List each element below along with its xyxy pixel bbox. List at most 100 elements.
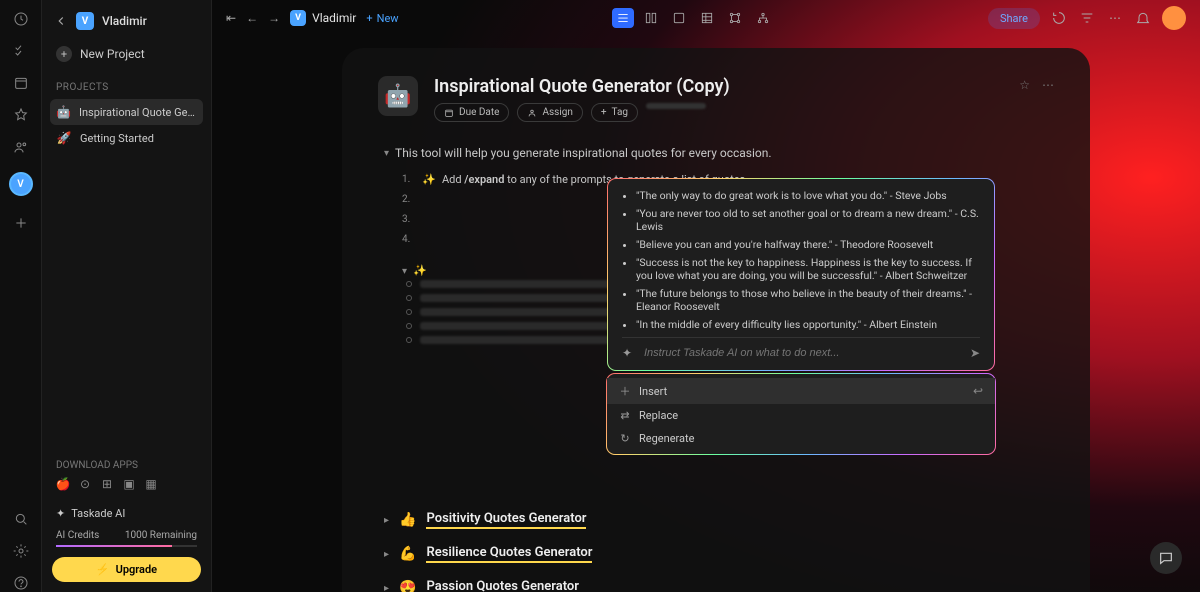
ai-quote: "Believe you can and you're halfway ther… — [636, 238, 980, 251]
generator-row[interactable]: ▸ 👍 Positivity Quotes Generator — [384, 503, 1054, 537]
tag-label: Tag — [612, 107, 628, 118]
ai-action-label: Regenerate — [639, 432, 694, 445]
search-icon[interactable] — [12, 510, 30, 528]
thumbs-up-icon: 👍 — [399, 512, 416, 528]
apple-icon[interactable]: 🍎 — [56, 477, 70, 491]
download-icons: 🍎 ⊙ ⊞ ▣ ▦ — [50, 477, 203, 503]
more-icon[interactable]: ⋯ — [1106, 9, 1124, 27]
workspace-header[interactable]: V Vladimir — [50, 10, 203, 40]
sidebar-project-item[interactable]: 🚀 Getting Started — [50, 125, 203, 151]
tag-pill[interactable]: +Tag — [591, 103, 638, 122]
robot-icon: 🤖 — [56, 104, 71, 120]
assign-label: Assign — [542, 107, 572, 118]
workspace-name: Vladimir — [102, 14, 147, 28]
ai-action-replace[interactable]: ⇄ Replace — [607, 404, 995, 427]
chevron-right-icon: ▸ — [384, 515, 389, 526]
history-icon[interactable] — [1050, 9, 1068, 27]
share-button[interactable]: Share — [988, 8, 1040, 29]
ai-quote: "Success is not the key to happiness. Ha… — [636, 256, 980, 282]
notifications-icon[interactable] — [1134, 9, 1152, 27]
breadcrumb-badge: V — [290, 10, 306, 26]
view-board-icon[interactable] — [640, 8, 662, 28]
generator-label[interactable]: Positivity Quotes Generator — [426, 511, 586, 529]
nav-arrows: ⇤ ← → — [226, 11, 280, 25]
bolt-icon: ⚡ — [96, 563, 110, 576]
android-icon[interactable]: ⊙ — [78, 477, 92, 491]
windows-icon[interactable]: ⊞ — [100, 477, 114, 491]
sidebar-toggle-icon[interactable]: ⇤ — [226, 11, 236, 25]
back-icon[interactable]: ← — [246, 11, 258, 25]
ai-quote: "The only way to do great work is to lov… — [636, 189, 980, 202]
workspace-avatar[interactable]: V — [9, 172, 33, 196]
view-orgchart-icon[interactable] — [752, 8, 774, 28]
filter-icon[interactable] — [1078, 9, 1096, 27]
settings-icon[interactable] — [12, 542, 30, 560]
new-label: New — [377, 12, 399, 25]
credits-remaining: 1000 Remaining — [125, 530, 197, 541]
download-apps-label: DOWNLOAD APPS — [50, 460, 203, 477]
main-area: ⇤ ← → V Vladimir + New — [212, 0, 1200, 592]
workspace-initial: V — [17, 179, 24, 190]
ai-bot-icon: ✦ — [622, 346, 636, 360]
tag-placeholder — [646, 103, 706, 109]
chevron-right-icon: ▸ — [384, 549, 389, 560]
generator-label[interactable]: Passion Quotes Generator — [426, 579, 579, 592]
user-avatar[interactable] — [1162, 6, 1186, 30]
ai-quote: "You are never too old to set another go… — [636, 207, 980, 233]
ai-quotes-list: "The only way to do great work is to lov… — [622, 189, 980, 333]
collapse-caret-icon[interactable]: ▾ — [384, 148, 389, 159]
view-list-icon[interactable] — [612, 8, 634, 28]
add-workspace-icon[interactable] — [12, 214, 30, 232]
credits-label: AI Credits — [56, 530, 99, 541]
generator-row[interactable]: ▸ 😍 Passion Quotes Generator — [384, 571, 1054, 592]
sidebar-project-item[interactable]: 🤖 Inspirational Quote Genera... — [50, 99, 203, 125]
forward-icon[interactable]: → — [268, 11, 280, 25]
chat-fab[interactable] — [1150, 542, 1182, 574]
breadcrumb[interactable]: V Vladimir — [290, 10, 356, 26]
list-number: 2. — [402, 190, 410, 210]
due-date-pill[interactable]: Due Date — [434, 103, 509, 122]
star-icon[interactable] — [12, 106, 30, 124]
view-switcher — [612, 8, 774, 28]
heart-eyes-icon: 😍 — [399, 580, 416, 592]
collapse-caret-icon[interactable]: ▾ — [402, 266, 407, 277]
linux-icon[interactable]: ▦ — [144, 477, 158, 491]
upgrade-button[interactable]: ⚡ Upgrade — [52, 557, 201, 582]
apple-mac-icon[interactable]: ▣ — [122, 477, 136, 491]
clock-icon[interactable] — [12, 10, 30, 28]
taskade-ai-row[interactable]: ✦ Taskade AI — [50, 503, 203, 524]
help-icon[interactable] — [12, 574, 30, 592]
assign-pill[interactable]: Assign — [517, 103, 582, 122]
plus-icon: + — [56, 46, 72, 62]
muscle-icon: 💪 — [399, 546, 416, 562]
ai-prompt-input[interactable] — [644, 347, 962, 359]
star-outline-icon[interactable]: ☆ — [1019, 78, 1030, 92]
ai-action-label: Replace — [639, 409, 678, 422]
sparkle-icon: ✨ — [413, 264, 427, 277]
generator-row[interactable]: ▸ 💪 Resilience Quotes Generator — [384, 537, 1054, 571]
page-title: Inspirational Quote Generator (Copy) — [434, 76, 730, 97]
view-table-icon[interactable] — [696, 8, 718, 28]
view-mindmap-icon[interactable] — [724, 8, 746, 28]
new-project-button[interactable]: + New Project — [50, 40, 203, 68]
new-button[interactable]: + New — [366, 12, 398, 25]
ai-label: Taskade AI — [71, 507, 125, 520]
more-horizontal-icon[interactable]: ⋯ — [1042, 78, 1054, 92]
sparkle-icon: ✨ — [422, 170, 436, 190]
view-action-icon[interactable] — [668, 8, 690, 28]
project-label: Getting Started — [80, 132, 154, 145]
generator-label[interactable]: Resilience Quotes Generator — [426, 545, 592, 563]
sidebar: V Vladimir + New Project PROJECTS 🤖 Insp… — [42, 0, 212, 592]
people-icon[interactable] — [12, 138, 30, 156]
project-label: Inspirational Quote Genera... — [79, 106, 197, 119]
left-rail: V — [0, 0, 42, 592]
checklist-icon[interactable] — [12, 42, 30, 60]
send-icon[interactable]: ➤ — [970, 346, 980, 360]
ai-action-regenerate[interactable]: ↻ Regenerate — [607, 427, 995, 450]
ai-action-insert[interactable]: ＋ Insert ↩ — [607, 378, 995, 404]
workspace-badge: V — [76, 12, 94, 30]
rocket-icon: 🚀 — [56, 130, 72, 146]
calendar-icon[interactable] — [12, 74, 30, 92]
chevron-left-icon[interactable] — [54, 14, 68, 28]
ai-icon: ✦ — [56, 507, 65, 520]
